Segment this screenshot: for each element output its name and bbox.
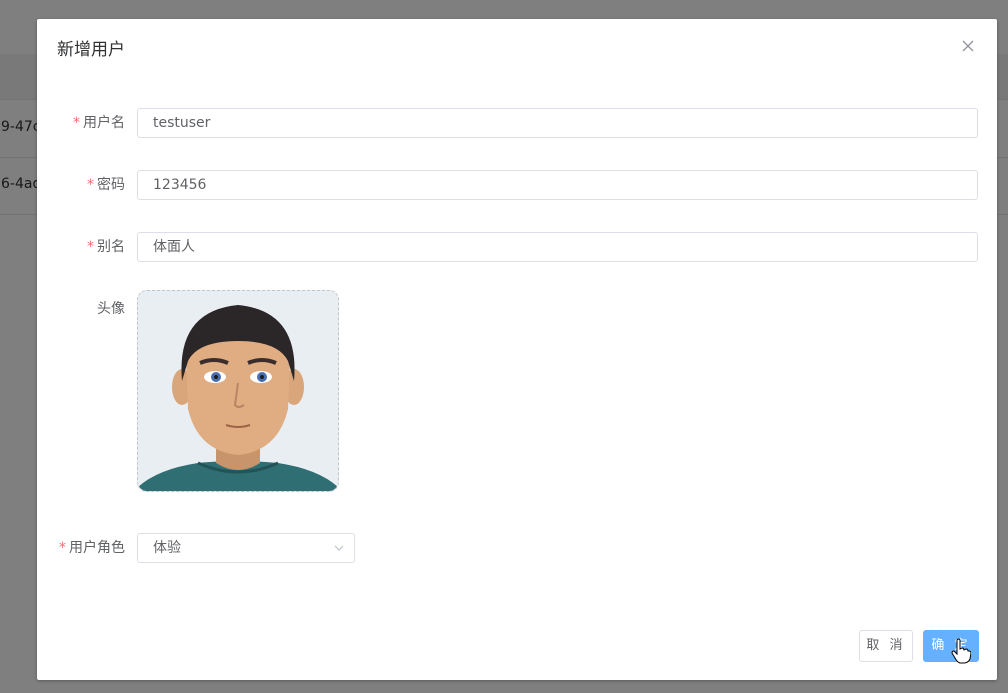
cancel-button[interactable]: 取 消 xyxy=(859,630,913,662)
password-input[interactable]: 123456 xyxy=(137,170,978,200)
alias-label: * 别名 xyxy=(87,239,125,255)
password-label: * 密码 xyxy=(87,177,125,193)
role-select[interactable]: 体验 xyxy=(137,533,355,563)
chevron-down-icon xyxy=(334,545,344,551)
username-label: * 用户名 xyxy=(73,115,125,131)
required-asterisk: * xyxy=(73,115,80,131)
alias-input[interactable]: 体面人 xyxy=(137,232,978,262)
avatar-image xyxy=(138,291,338,491)
dialog-title: 新增用户 xyxy=(57,40,125,60)
required-asterisk: * xyxy=(59,540,66,556)
avatar-label: 头像 xyxy=(97,301,125,317)
hand-pointer-icon xyxy=(951,638,971,664)
role-select-value: 体验 xyxy=(153,540,181,556)
add-user-dialog: 新增用户 * 用户名 testuser * 密码 123456 * 别名 体面人 头像 xyxy=(37,19,997,680)
avatar-uploader[interactable] xyxy=(137,290,339,492)
close-icon[interactable] xyxy=(959,37,977,55)
required-asterisk: * xyxy=(87,177,94,193)
required-asterisk: * xyxy=(87,239,94,255)
username-input[interactable]: testuser xyxy=(137,108,978,138)
role-label: * 用户角色 xyxy=(59,540,125,556)
